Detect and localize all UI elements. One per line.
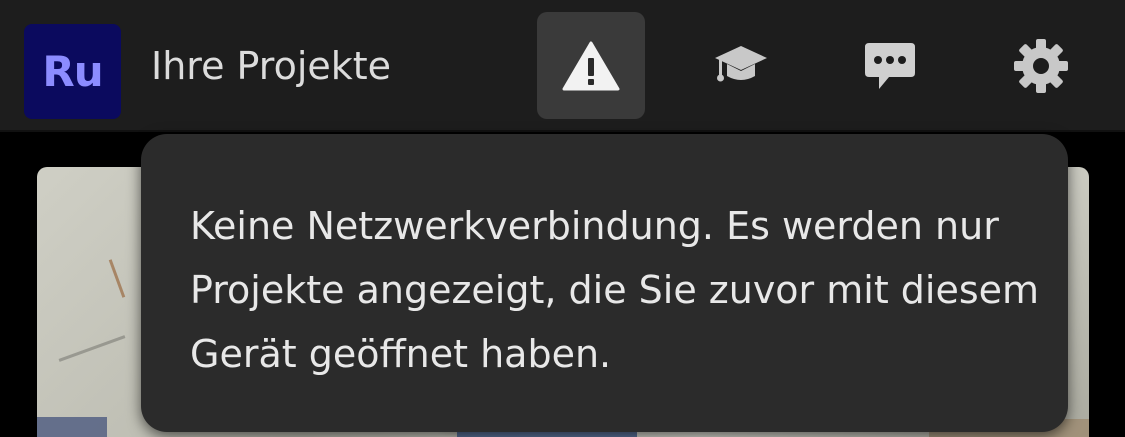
settings-icon xyxy=(1014,38,1068,93)
settings-button[interactable] xyxy=(987,12,1095,119)
thumbnail-detail xyxy=(37,417,107,437)
learn-button[interactable] xyxy=(687,12,795,119)
app-logo-text: Ru xyxy=(42,47,103,96)
feedback-icon xyxy=(865,42,915,89)
feedback-button[interactable] xyxy=(836,12,944,119)
tooltip-message: Keine Netzwerkverbindung. Es werden nur … xyxy=(190,204,1040,376)
warning-icon xyxy=(562,41,620,90)
offline-tooltip: Keine Netzwerkverbindung. Es werden nur … xyxy=(141,134,1068,432)
top-bar: Ru Ihre Projekte xyxy=(0,0,1125,132)
learn-icon xyxy=(715,45,767,81)
warning-button[interactable] xyxy=(537,12,645,119)
thumbnail-detail xyxy=(108,259,126,298)
app-logo: Ru xyxy=(24,24,121,119)
page-title: Ihre Projekte xyxy=(151,44,392,88)
thumbnail-detail xyxy=(58,335,126,362)
